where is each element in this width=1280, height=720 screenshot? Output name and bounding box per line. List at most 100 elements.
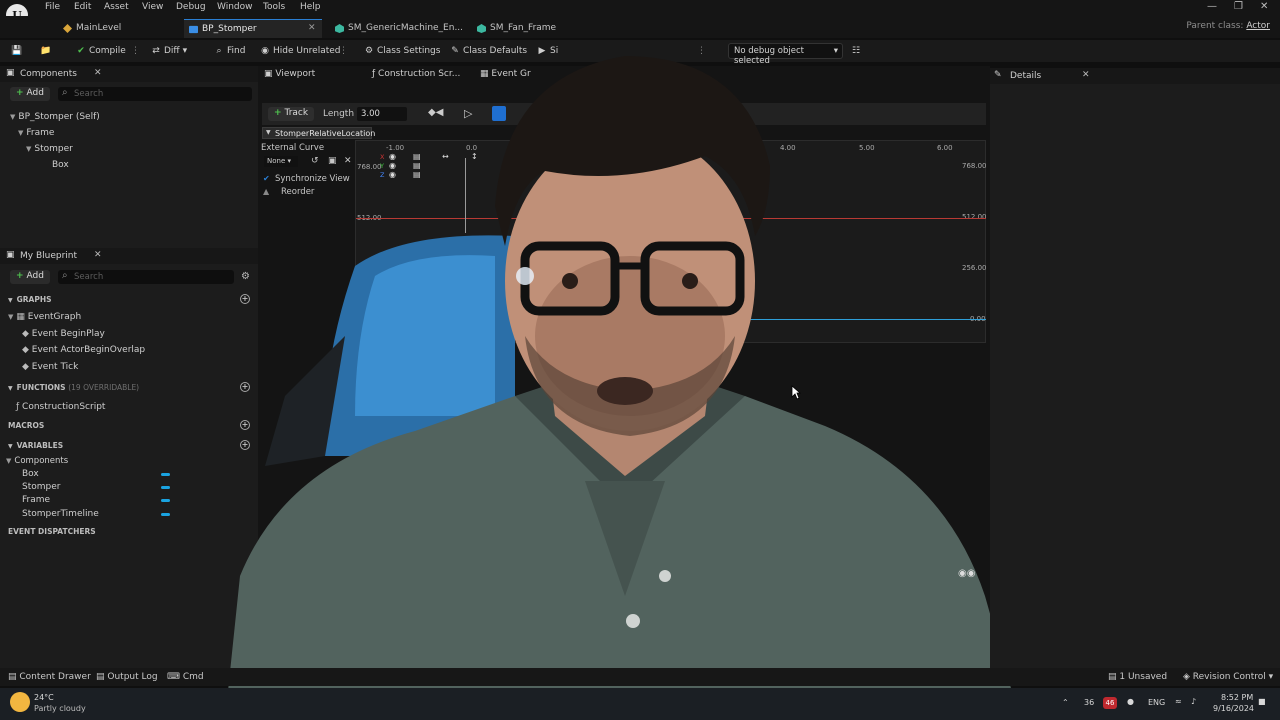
function-constructionscript[interactable]: ƒ ConstructionScript [16,402,105,412]
tab-mainlevel[interactable]: MainLevel [58,19,176,38]
compile-check-icon: ✔ [77,46,85,56]
browse-button[interactable]: 📁 [40,44,51,58]
menu-tools[interactable]: Tools [263,2,285,12]
graph-label: Event BeginPlay [31,329,105,339]
variable-type-pill [161,486,170,489]
graph-label: Event ActorBeginOverlap [31,345,146,355]
unsaved-button[interactable]: ▤ 1 Unsaved [1108,672,1167,682]
menu-file[interactable]: File [45,2,60,12]
tree-item-frame[interactable]: ▼ Frame [18,128,54,138]
tree-item-self[interactable]: ▼ BP_Stomper (Self) [10,112,100,122]
variable-type-pill [161,473,170,476]
revision-control-button[interactable]: ◈ Revision Control ▾ [1183,672,1273,682]
content-drawer-button[interactable]: ▤ Content Drawer [8,672,91,682]
add-label: Add [26,271,44,281]
variables-section-header[interactable]: ▼ VARIABLES + [0,438,256,452]
overridable-count: (19 OVERRIDABLE) [68,383,140,392]
collapse-icon: ▼ [8,313,14,321]
compile-options-icon[interactable]: ⋮ [131,44,140,58]
microphone-icon[interactable]: ● [1127,697,1134,706]
graph-label: EventGraph [27,312,82,322]
diff-button[interactable]: ⇄ Diff ▾ [151,44,187,58]
minimize-icon[interactable]: — [1207,1,1217,12]
graph-eventgraph[interactable]: ▼ ▦ EventGraph [8,312,81,322]
save-button[interactable]: 💾 [11,44,22,58]
menu-edit[interactable]: Edit [74,2,91,12]
graph-event-tick[interactable]: ◆ Event Tick [22,362,78,372]
tree-item-box[interactable]: Box [52,160,69,170]
chevron-down-icon: ▾ [182,46,188,56]
components-panel: ▣ Components ✕ +Add Search ▼BP_Stomper (… [0,66,258,248]
details-title: Details [1010,71,1042,81]
clock-time[interactable]: 8:52 PM [1221,693,1253,702]
wifi-icon[interactable]: ≈ [1175,697,1182,706]
close-window-icon[interactable]: ✕ [1260,1,1268,12]
collapse-icon: ▼ [8,297,13,304]
variable-frame[interactable]: Frame [22,495,50,505]
variable-stomper[interactable]: Stomper [22,482,60,492]
windows-taskbar: 24°C Partly cloudy ⌃ 36 46 ● ENG ≈ ♪ 8:5… [0,688,1280,720]
variable-stompertimeline[interactable]: StomperTimeline [22,509,99,519]
tree-label: Stomper [34,144,73,154]
section-label: GRAPHS [16,295,52,304]
menu-bar: U File Edit Asset View Debug Window Tool… [0,0,1280,26]
variable-type-pill [161,499,170,502]
weather-icon[interactable] [10,692,30,712]
section-label: VARIABLES [16,441,64,450]
macros-section-header[interactable]: MACROS + [0,418,256,432]
compile-button[interactable]: ✔ Compile [76,44,126,58]
output-log-label: Output Log [107,672,158,682]
components-variable-group[interactable]: ▼ Components [6,456,68,466]
tree-label: Frame [26,128,55,138]
diff-icon: ⇄ [152,46,160,56]
collapse-icon: ▼ [8,385,13,392]
close-panel-icon[interactable]: ✕ [1082,70,1090,80]
add-component-button[interactable]: + Add [10,87,50,101]
volume-icon[interactable]: ♪ [1191,697,1196,706]
binoculars-icon[interactable]: ◉◉ [958,568,975,579]
tray-badge-46[interactable]: 46 [1103,697,1117,709]
output-log-button[interactable]: ▤ Output Log [96,672,158,682]
my-blueprint-search-input[interactable]: Search [58,270,234,284]
static-mesh-icon [477,24,486,33]
section-label: FUNCTIONS [16,383,66,392]
search-placeholder: Search [74,89,104,99]
details-panel: ✎ Details ✕ [990,68,1280,668]
revision-icon: ◈ [1183,672,1193,682]
graph-event-actorbeginoverlap[interactable]: ◆ Event ActorBeginOverlap [22,345,145,355]
add-label: Add [26,88,44,98]
restore-icon[interactable]: ❐ [1234,1,1243,12]
close-panel-icon[interactable]: ✕ [94,250,102,260]
tray-badge-36[interactable]: 36 [1084,698,1094,707]
tray-overflow-icon[interactable]: ⌃ [1062,698,1069,707]
cmd-label: Cmd [182,672,204,682]
search-placeholder: Search [74,272,104,282]
menu-window[interactable]: Window [217,2,253,12]
cmd-button[interactable]: ⌨ Cmd [167,672,204,682]
add-member-button[interactable]: + Add [10,270,50,284]
my-blueprint-title: My Blueprint [20,251,78,261]
close-panel-icon[interactable]: ✕ [94,68,102,78]
tree-item-stomper[interactable]: ▼ Stomper [26,144,73,154]
menu-help[interactable]: Help [300,2,321,12]
components-search-input[interactable]: Search [58,87,252,101]
parent-class-link[interactable]: Actor [1246,21,1270,31]
event-dispatchers-section-header[interactable]: EVENT DISPATCHERS [0,524,256,538]
variable-label: Stomper [22,482,61,492]
notification-icon[interactable]: ■ [1258,697,1266,706]
functions-section-header[interactable]: ▼ FUNCTIONS (19 OVERRIDABLE) + [0,380,256,394]
parent-class-label: Parent class: Actor [1186,21,1270,31]
menu-view[interactable]: View [142,2,163,12]
terminal-icon: ⌨ [167,672,183,682]
clock-date[interactable]: 9/16/2024 [1213,704,1254,713]
components-icon: ▣ [6,68,15,78]
mouse-cursor-icon [791,385,801,400]
language-indicator[interactable]: ENG [1148,698,1165,707]
graphs-section-header[interactable]: ▼ GRAPHS + [0,292,256,306]
section-label: MACROS [8,421,45,430]
menu-debug[interactable]: Debug [176,2,206,12]
graph-event-beginplay[interactable]: ◆ Event BeginPlay [22,329,105,339]
close-tab-icon[interactable]: ✕ [308,23,316,33]
menu-asset[interactable]: Asset [104,2,129,12]
variable-box[interactable]: Box [22,469,39,479]
